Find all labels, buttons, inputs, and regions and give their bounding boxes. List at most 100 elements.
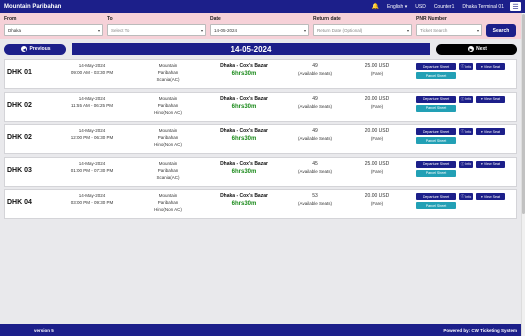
info-button[interactable]: ⓘ Info — [459, 128, 473, 135]
view-seat-button[interactable]: ▾ View Seat — [476, 63, 505, 70]
parcel-sheet-button[interactable]: Parcel Sheet — [416, 72, 456, 79]
previous-button[interactable]: ◀ Previous — [4, 43, 66, 55]
menu-icon[interactable]: ☰ — [510, 2, 521, 11]
departure-sheet-button[interactable]: Departure Sheet — [416, 160, 456, 168]
info-button[interactable]: ⓘ Info — [459, 63, 473, 70]
date-label: Date — [210, 16, 221, 22]
trip-row: DHK 03 14-May-2024 01:00 PM - 07:30 PM Moun… — [4, 156, 517, 187]
operator-line: Mountain — [158, 160, 178, 166]
trip-row: DHK 01 14-May-2024 09:00 AM - 03:30 PM Moun… — [4, 59, 517, 89]
trip-date: 14-May-2024 — [78, 128, 106, 133]
trip-times: 14-May-2024 09:00 AM - 03:30 PM — [63, 62, 121, 76]
trip-fare: 20.00 USD (Fare) — [357, 193, 397, 207]
top-bar: Mountain Paribahan 🔔 English ▾ USD Count… — [0, 0, 525, 13]
info-button[interactable]: ⓘ Info — [459, 193, 473, 200]
chevron-down-icon: ▾ — [404, 3, 408, 10]
trip-duration: 6hrs30m — [231, 103, 257, 110]
trip-fare: 25.00 USD (Fare) — [357, 63, 397, 77]
parcel-sheet-button[interactable]: Parcel Sheet — [416, 137, 456, 144]
trip-code: DHK 04 — [7, 199, 32, 206]
seat-count: 45 — [312, 160, 318, 167]
view-seat-label: View Seat — [483, 97, 500, 101]
language-selector[interactable]: English ▾ — [387, 4, 407, 10]
date-field[interactable]: 14-05-2024 ▾ — [210, 24, 309, 36]
trip-route: Dhaka - Cox's Bazar 6hrs30m — [209, 161, 279, 176]
trip-fare: 25.00 USD (Fare) — [357, 161, 397, 175]
from-select[interactable]: Dhaka ▾ — [4, 24, 103, 36]
view-seat-label: View Seat — [483, 64, 500, 69]
coach-type: Scania(AC) — [156, 77, 180, 82]
trip-operator: Mountain Paribahan Hino(Non AC) — [145, 127, 191, 148]
trip-operator: Mountain Paribahan Scania(AC) — [145, 62, 191, 83]
scrollbar[interactable] — [521, 13, 525, 336]
departure-sheet-button[interactable]: Departure Sheet — [416, 63, 456, 70]
from-value: Dhaka — [8, 27, 22, 33]
view-seat-button[interactable]: ▾ View Seat — [476, 193, 505, 200]
view-seat-button[interactable]: ▾ View Seat — [476, 128, 505, 135]
parcel-sheet-button[interactable]: Parcel Sheet — [416, 202, 456, 209]
route-name: Dhaka - Cox's Bazar — [220, 128, 268, 134]
chevron-down-icon: ▾ — [481, 194, 483, 199]
trip-fare: 20.00 USD (Fare) — [357, 128, 397, 142]
trip-times: 14-May-2024 01:00 PM - 07:30 PM — [63, 160, 121, 174]
operator-line: Paribahan — [157, 135, 179, 140]
trip-times: 14-May-2024 11:55 AM - 06:25 PM — [63, 95, 121, 109]
date-value: 14-05-2024 — [214, 27, 238, 33]
view-seat-button[interactable]: ▾ View Seat — [476, 160, 505, 168]
pnr-input[interactable]: Ticket Search ▾ — [416, 24, 482, 36]
trip-seats: 49 (Available Seats) — [287, 96, 343, 110]
route-name: Dhaka - Cox's Bazar — [220, 95, 268, 102]
fare-label: (Fare) — [370, 201, 384, 206]
seat-count: 53 — [312, 193, 318, 199]
bell-icon[interactable]: 🔔 — [371, 3, 378, 10]
to-group: To Select To ▾ — [107, 15, 206, 39]
seat-count: 49 — [312, 95, 318, 102]
trip-seats: 49 (Available Seats) — [287, 128, 343, 142]
view-seat-button[interactable]: ▾ View Seat — [476, 95, 505, 103]
chevron-down-icon: ▾ — [97, 27, 100, 33]
return-group: Return date Return Date (Optional) ▾ — [313, 15, 412, 39]
departure-sheet-button[interactable]: Departure Sheet — [416, 95, 456, 103]
operator-line: Paribahan — [157, 167, 179, 173]
counter-label: Counter1 — [433, 3, 455, 10]
departure-sheet-button[interactable]: Departure Sheet — [416, 128, 456, 135]
coach-type: Hino(Non AC) — [154, 207, 182, 212]
currency-label: USD — [415, 3, 426, 10]
trip-operator: Mountain Paribahan Hino(Non AC) — [145, 95, 191, 116]
trip-date: 14-May-2024 — [78, 95, 106, 101]
trip-route: Dhaka - Cox's Bazar 6hrs30m — [209, 128, 279, 143]
seat-label: (Available Seats) — [298, 168, 332, 174]
fare-amount: 20.00 USD — [364, 128, 390, 134]
fare-amount: 20.00 USD — [364, 193, 390, 199]
info-label: Info — [465, 162, 472, 166]
info-button[interactable]: ⓘ Info — [459, 95, 473, 103]
trip-actions: Departure Sheet ⓘ Info ▾ View Seat Parcel S… — [416, 63, 517, 81]
pnr-label: PNR Number — [416, 16, 447, 22]
chevron-down-icon: ▾ — [406, 27, 409, 33]
return-date-field[interactable]: Return Date (Optional) ▾ — [313, 24, 412, 36]
from-label: From — [4, 16, 17, 22]
seat-label: (Available Seats) — [298, 136, 332, 141]
trip-row: DHK 02 14-May-2024 11:55 AM - 06:25 PM Moun… — [4, 91, 517, 122]
calendar-icon: ▾ — [303, 27, 306, 33]
route-name: Dhaka - Cox's Bazar — [220, 160, 268, 167]
trip-date: 14-May-2024 — [78, 63, 106, 68]
arrow-left-icon: ◀ — [21, 46, 28, 52]
info-icon: ⓘ — [460, 96, 465, 101]
next-label: Next — [476, 46, 487, 52]
parcel-sheet-button[interactable]: Parcel Sheet — [416, 104, 456, 112]
current-date: 14-05-2024 — [72, 43, 430, 55]
chevron-down-icon: ▾ — [476, 27, 479, 33]
trip-duration: 6hrs30m — [231, 201, 257, 207]
view-seat-label: View Seat — [483, 162, 500, 166]
trip-route: Dhaka - Cox's Bazar 6hrs30m — [209, 63, 279, 78]
departure-sheet-button[interactable]: Departure Sheet — [416, 193, 456, 200]
next-button[interactable]: ▶ Next — [436, 43, 517, 55]
to-select[interactable]: Select To ▾ — [107, 24, 206, 36]
parcel-sheet-button[interactable]: Parcel Sheet — [416, 169, 456, 177]
return-label: Return date — [313, 16, 341, 22]
info-button[interactable]: ⓘ Info — [459, 160, 473, 168]
trip-time: 12:00 PM - 06:30 PM — [70, 135, 114, 140]
pnr-placeholder: Ticket Search — [420, 27, 448, 33]
search-button[interactable]: Search — [486, 24, 516, 37]
